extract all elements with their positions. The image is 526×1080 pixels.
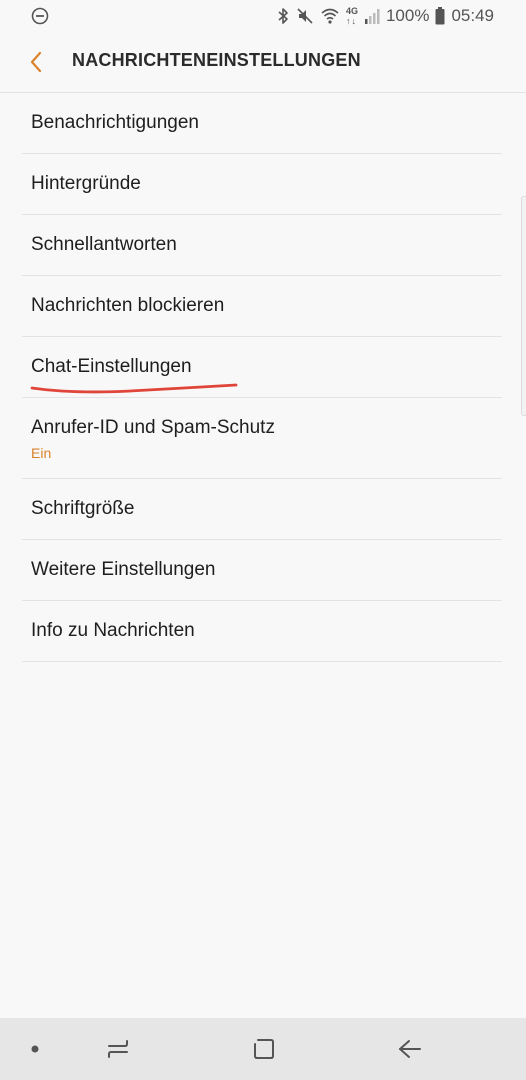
clock: 05:49: [451, 6, 494, 25]
status-icons: 4G ↑↓ 100% 05:49: [276, 4, 494, 28]
setting-label: Schriftgröße: [31, 498, 135, 519]
chevron-left-icon: [30, 51, 42, 73]
setting-label: Chat-Einstellungen: [31, 356, 192, 377]
navigation-bar: [0, 1018, 526, 1080]
wifi-icon: [320, 7, 340, 25]
setting-quick-responses[interactable]: Schnellantworten: [22, 215, 502, 276]
scroll-indicator[interactable]: [521, 196, 526, 416]
setting-label: Weitere Einstellungen: [31, 559, 216, 580]
setting-block-messages[interactable]: Nachrichten blockieren: [22, 276, 502, 337]
home-icon: [254, 1039, 274, 1059]
setting-label: Hintergründe: [31, 173, 141, 194]
home-button[interactable]: [242, 1018, 286, 1080]
setting-notifications[interactable]: Benachrichtigungen: [22, 93, 502, 154]
setting-caller-id[interactable]: Anrufer-ID und Spam-Schutz Ein: [22, 398, 502, 479]
setting-label: Anrufer-ID und Spam-Schutz: [31, 417, 275, 438]
dot-icon: [31, 1045, 39, 1053]
app-header: NACHRICHTENEINSTELLUNGEN: [0, 32, 526, 93]
setting-chat-settings[interactable]: Chat-Einstellungen: [22, 337, 502, 398]
bluetooth-icon: [276, 7, 290, 25]
setting-font-size[interactable]: Schriftgröße: [22, 479, 502, 540]
red-underline-annotation: [30, 383, 238, 394]
settings-list: Benachrichtigungen Hintergründe Schnella…: [0, 93, 526, 662]
setting-label: Nachrichten blockieren: [31, 295, 225, 316]
status-bar: 4G ↑↓ 100% 05:49: [0, 0, 526, 32]
setting-backgrounds[interactable]: Hintergründe: [22, 154, 502, 215]
mute-icon: [296, 7, 314, 25]
setting-about-messages[interactable]: Info zu Nachrichten: [22, 601, 502, 662]
setting-label: Schnellantworten: [31, 234, 177, 255]
do-not-disturb-icon: [30, 6, 50, 31]
setting-label: Benachrichtigungen: [31, 112, 199, 133]
4g-icon: 4G ↑↓: [345, 6, 358, 26]
signal-icon: [364, 7, 380, 25]
setting-status: Ein: [31, 445, 52, 461]
setting-label: Info zu Nachrichten: [31, 620, 195, 641]
dot-button[interactable]: [20, 1018, 50, 1080]
page-title: NACHRICHTENEINSTELLUNGEN: [72, 50, 361, 70]
battery-icon: [435, 7, 445, 25]
setting-more-settings[interactable]: Weitere Einstellungen: [22, 540, 502, 601]
battery-percent: 100%: [385, 6, 430, 25]
recent-apps-button[interactable]: [96, 1018, 140, 1080]
back-button[interactable]: [20, 46, 52, 78]
back-nav-button[interactable]: [388, 1018, 432, 1080]
back-arrow-icon: [399, 1040, 421, 1058]
recent-apps-icon: [108, 1040, 128, 1058]
